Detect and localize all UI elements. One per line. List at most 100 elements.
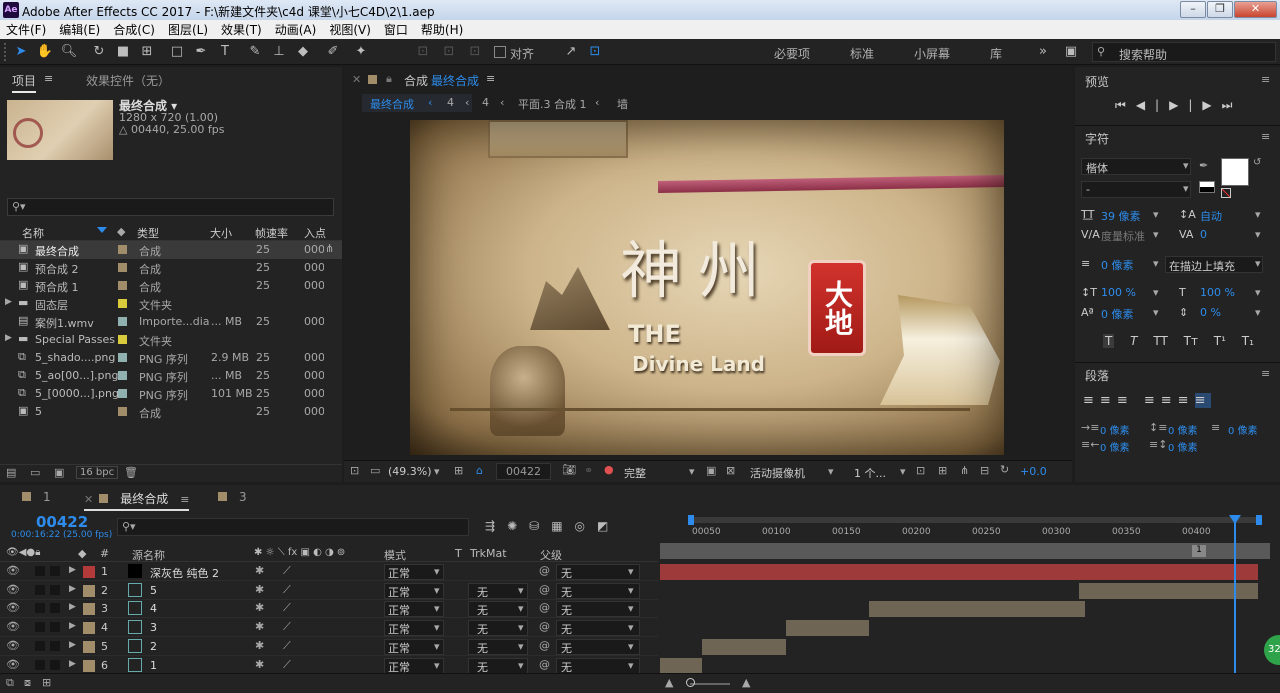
current-time-field[interactable]: 00422: [496, 463, 551, 480]
tab-project[interactable]: 项目: [12, 72, 37, 93]
project-item[interactable]: ▣ 5 合成 25 0000: [0, 403, 342, 421]
transparency-grid-icon[interactable]: ⊠: [726, 464, 735, 477]
workspace-0[interactable]: 必要项: [774, 45, 810, 62]
clone-stamp-tool-icon[interactable]: ⊥: [270, 43, 288, 61]
lock-toggle[interactable]: [50, 622, 60, 633]
pen-tool-icon[interactable]: ✒: [192, 43, 210, 61]
leading-arrow-icon[interactable]: ▾: [1255, 208, 1261, 221]
snap-options-icon[interactable]: ↗: [562, 43, 580, 61]
visibility-eye-icon[interactable]: 👁︎: [6, 658, 20, 671]
layer-row[interactable]: 👁︎ ▶ 4 3 ✱ ⟋ 正常 ▾ 无 ▾ @ 无 ▾: [0, 619, 658, 638]
shy-switch-icon[interactable]: ✱: [255, 564, 264, 577]
menu-item-3[interactable]: 图层(L): [168, 21, 208, 38]
font-style-dropdown[interactable]: -: [1081, 181, 1191, 198]
zoom-in-icon[interactable]: ▲: [742, 676, 750, 689]
expand-layer-arrow-icon[interactable]: ▶: [69, 584, 76, 594]
pan-behind-tool-icon[interactable]: ⊞: [138, 43, 156, 61]
layer-name[interactable]: 1: [150, 659, 157, 672]
layer-label-swatch[interactable]: [83, 603, 95, 616]
timeline-current-time[interactable]: 00422: [36, 513, 88, 531]
project-item[interactable]: ▣ 最终合成 合成 25 0000⋔: [0, 241, 342, 259]
character-menu-icon[interactable]: ≡: [1261, 130, 1270, 143]
work-area-start-handle[interactable]: [688, 515, 694, 525]
close-tab-icon[interactable]: ✕: [352, 73, 361, 86]
subscript-button[interactable]: T₁: [1242, 334, 1254, 348]
space-after-value[interactable]: 0 像素: [1168, 439, 1198, 454]
work-area-bar[interactable]: [690, 517, 1262, 523]
paragraph-menu-icon[interactable]: ≡: [1261, 367, 1270, 380]
mode-column[interactable]: 模式: [384, 547, 406, 563]
comp-marker[interactable]: 1: [1192, 545, 1206, 557]
solo-toggle[interactable]: [35, 584, 45, 595]
fast-previews-icon[interactable]: ⊞: [938, 464, 947, 477]
parent-pickwhip-icon[interactable]: @: [539, 601, 550, 614]
label-color-swatch[interactable]: [118, 389, 127, 398]
viewer-tab-name[interactable]: 最终合成: [431, 72, 479, 89]
horizontal-scale-arrow-icon[interactable]: ▾: [1255, 286, 1261, 299]
project-item[interactable]: ▤ 案例1.wmv Importe...dia... MB 25 0000: [0, 313, 342, 331]
quality-switch-icon[interactable]: ⟋: [283, 658, 291, 672]
help-search-input[interactable]: ⚲ 搜索帮助: [1092, 42, 1276, 62]
faux-italic-button[interactable]: T: [1130, 334, 1137, 348]
lock-toggle[interactable]: [50, 659, 60, 670]
timeline-icon[interactable]: ⊟: [980, 464, 989, 477]
indent-left-value[interactable]: 0 像素: [1100, 422, 1130, 437]
breadcrumb-0[interactable]: 最终合成: [370, 96, 414, 112]
flowchart-icon[interactable]: ⋔: [325, 242, 334, 255]
justify-left-icon[interactable]: ≡: [1144, 393, 1161, 408]
align-right-icon[interactable]: ≡: [1117, 393, 1134, 408]
column-size[interactable]: 大小: [210, 225, 232, 241]
visibility-eye-icon[interactable]: 👁︎: [6, 620, 20, 633]
next-frame-icon[interactable]: |▶: [1188, 98, 1221, 112]
camera-tool-icon[interactable]: ■: [114, 43, 132, 61]
prev-frame-icon[interactable]: ◀|: [1136, 98, 1169, 112]
parent-pickwhip-icon[interactable]: @: [539, 639, 550, 652]
preview-menu-icon[interactable]: ≡: [1261, 73, 1270, 86]
project-search-input[interactable]: ⚲▾: [7, 198, 334, 216]
superscript-button[interactable]: T¹: [1214, 334, 1226, 348]
expand-layer-arrow-icon[interactable]: ▶: [69, 640, 76, 650]
visibility-eye-icon[interactable]: 👁︎: [6, 639, 20, 652]
shy-switch-icon[interactable]: ✱: [255, 620, 264, 633]
always-preview-icon[interactable]: ⊡: [350, 464, 359, 477]
track-matte-column[interactable]: TrkMat: [470, 547, 507, 560]
comp-mini-flowchart-icon[interactable]: ⇶: [485, 519, 507, 533]
stroke-width-value[interactable]: 0 像素: [1101, 257, 1134, 273]
playhead-handle-icon[interactable]: [1229, 515, 1242, 524]
label-column-icon[interactable]: ◆: [78, 547, 86, 560]
snapshot-icon[interactable]: 📷︎: [562, 463, 576, 476]
solo-toggle[interactable]: [35, 659, 45, 670]
zoom-out-icon[interactable]: ▲: [665, 676, 673, 689]
maximize-button[interactable]: ❐: [1207, 1, 1233, 18]
project-item[interactable]: ▣ 预合成 2 合成 25 0000: [0, 259, 342, 277]
layer-duration-bar[interactable]: [1078, 582, 1258, 599]
expand-arrow-icon[interactable]: ▶: [5, 297, 12, 307]
layer-row[interactable]: 👁︎ ▶ 1 深灰色 纯色 2 ✱ ⟋ 正常 ▾ @ 无 ▾: [0, 563, 658, 581]
stroke-width-arrow-icon[interactable]: ▾: [1153, 257, 1159, 270]
toggle-pixel-aspect-icon[interactable]: ⊡: [916, 464, 925, 477]
expand-layer-arrow-icon[interactable]: ▶: [69, 565, 76, 575]
reset-exposure-icon[interactable]: ↻: [1000, 463, 1009, 476]
menu-item-0[interactable]: 文件(F): [6, 21, 46, 38]
hand-tool-icon[interactable]: ✋: [36, 43, 54, 61]
rectangle-tool-icon[interactable]: □: [168, 43, 186, 61]
play-icon[interactable]: ▶: [1169, 98, 1188, 112]
breadcrumb-3[interactable]: 平面.3 合成 1: [518, 96, 587, 112]
puppet-tool-icon[interactable]: ✦: [352, 43, 370, 61]
all-caps-button[interactable]: TT: [1153, 334, 1167, 348]
graph-editor-icon[interactable]: ◩: [597, 519, 620, 533]
project-item[interactable]: ▶ ▬ 固态层 文件夹: [0, 295, 342, 313]
bpc-button[interactable]: 16 bpc: [76, 466, 119, 479]
menu-item-4[interactable]: 效果(T): [221, 21, 262, 38]
layer-label-swatch[interactable]: [83, 622, 95, 635]
layer-label-swatch[interactable]: [83, 640, 95, 653]
parent-pickwhip-icon[interactable]: @: [539, 620, 550, 633]
no-stroke-icon[interactable]: [1221, 188, 1231, 198]
parent-pickwhip-icon[interactable]: @: [539, 658, 550, 671]
channel-icon[interactable]: ●: [604, 463, 614, 476]
expand-layer-arrow-icon[interactable]: ▶: [69, 621, 76, 631]
justify-right-icon[interactable]: ≡: [1178, 393, 1195, 408]
label-color-swatch[interactable]: [118, 263, 127, 272]
parent-pickwhip-icon[interactable]: @: [539, 564, 550, 577]
label-color-swatch[interactable]: [118, 281, 127, 290]
